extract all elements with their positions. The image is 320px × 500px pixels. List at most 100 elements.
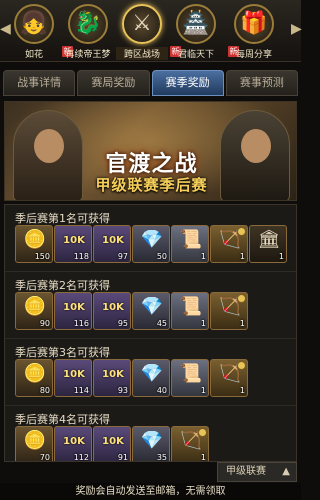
- reward-quantity: 1: [200, 453, 206, 462]
- reward-heading: 季后赛第2名可获得: [15, 279, 110, 292]
- reward-section: 季后赛第2名可获得 🪙 90 10K 116 10K 95 💎 45 📜 1 🏹 1: [5, 272, 296, 339]
- reward-item-troops[interactable]: 🏹 1: [210, 292, 248, 330]
- event-3[interactable]: 🏯 新君临天下: [170, 0, 222, 62]
- coin-icon: [198, 428, 207, 437]
- banner-subtitle: 甲级联赛季后赛: [95, 176, 208, 194]
- chest-icon: 💎: [140, 296, 164, 317]
- scroll-icon: 📜: [179, 296, 203, 317]
- event-label: 再续帝王梦: [65, 50, 111, 60]
- reward-quantity: 114: [73, 386, 89, 395]
- reward-heading: 季后赛第3名可获得: [15, 346, 110, 359]
- reward-section: 季后赛第1名可获得 🪙 150 10K 118 10K 97 💎 50 📜 1 🏹 1 🏛 1: [5, 205, 296, 272]
- reward-item-banner-i[interactable]: 🏛 1: [249, 225, 287, 263]
- reward-item-gold[interactable]: 🪙 90: [15, 292, 53, 330]
- chevron-up-icon: ▲: [282, 466, 290, 477]
- reward-item-chest[interactable]: 💎 35: [132, 426, 170, 462]
- reward-quantity: 118: [73, 252, 89, 261]
- reward-list[interactable]: 季后赛第1名可获得 🪙 150 10K 118 10K 97 💎 50 📜 1 🏹 1 🏛 1 季后赛第2名可…: [4, 204, 297, 462]
- reward-item-token[interactable]: 10K 97: [93, 225, 131, 263]
- event-icon: 🐉: [74, 11, 102, 36]
- reward-item-gold[interactable]: 🪙 80: [15, 359, 53, 397]
- event-1[interactable]: 🐉 新再续帝王梦: [62, 0, 114, 62]
- event-label: 每周分享: [235, 50, 272, 60]
- reward-quantity: 1: [278, 252, 284, 261]
- coin-icon: [237, 227, 246, 236]
- reward-item-troops[interactable]: 🏹 1: [210, 225, 248, 263]
- reward-item-gold[interactable]: 🪙 70: [15, 426, 53, 462]
- event-icon: 🏯: [182, 11, 210, 36]
- reward-item-chest[interactable]: 💎 50: [132, 225, 170, 263]
- reward-item-token[interactable]: 10K 93: [93, 359, 131, 397]
- event-label: 君临天下: [177, 50, 214, 60]
- token-label: 10K: [63, 302, 85, 313]
- reward-item-token[interactable]: 10K 91: [93, 426, 131, 462]
- event-4[interactable]: 🎁 新每周分享: [228, 0, 280, 62]
- reward-quantity: 150: [34, 252, 50, 261]
- reward-item-token[interactable]: 10K 116: [54, 292, 92, 330]
- token-label: 10K: [102, 369, 124, 380]
- reward-quantity: 91: [117, 453, 128, 462]
- league-selector-label: 甲级联赛: [226, 466, 266, 477]
- reward-item-token[interactable]: 10K 118: [54, 225, 92, 263]
- reward-item-scroll[interactable]: 📜 1: [171, 225, 209, 263]
- scroll-right-icon[interactable]: ▶: [291, 20, 302, 38]
- tab-2[interactable]: 赛季奖励: [151, 70, 224, 96]
- reward-quantity: 1: [239, 386, 245, 395]
- reward-item-chest[interactable]: 💎 45: [132, 292, 170, 330]
- scroll-icon: 📜: [179, 229, 203, 250]
- tab-bar: 战事详情 赛局奖励 赛季奖励 赛事预测: [2, 70, 299, 98]
- reward-quantity: 90: [39, 319, 50, 328]
- gold-icon: 🪙: [23, 229, 47, 250]
- reward-heading: 季后赛第4名可获得: [15, 413, 110, 426]
- reward-quantity: 1: [239, 319, 245, 328]
- coin-icon: [237, 361, 246, 370]
- token-label: 10K: [63, 235, 85, 246]
- reward-item-token[interactable]: 10K 114: [54, 359, 92, 397]
- gold-icon: 🪙: [23, 363, 47, 384]
- banner-i-icon: 🏛: [257, 229, 281, 250]
- reward-quantity: 40: [156, 386, 167, 395]
- reward-quantity: 45: [156, 319, 167, 328]
- footer-notice: 奖励会自动发送至邮箱，无需领取: [0, 483, 301, 500]
- reward-heading: 季后赛第1名可获得: [15, 212, 110, 225]
- reward-item-chest[interactable]: 💎 40: [132, 359, 170, 397]
- reward-quantity: 1: [200, 386, 206, 395]
- reward-item-troops[interactable]: 🏹 1: [210, 359, 248, 397]
- gold-icon: 🪙: [23, 430, 47, 451]
- reward-item-token[interactable]: 10K 95: [93, 292, 131, 330]
- reward-quantity: 80: [39, 386, 50, 395]
- reward-item-gold[interactable]: 🪙 150: [15, 225, 53, 263]
- reward-quantity: 97: [117, 252, 128, 261]
- gold-icon: 🪙: [23, 296, 47, 317]
- event-banner: 官渡之战 甲级联赛季后赛: [4, 101, 297, 201]
- chest-icon: 💎: [140, 430, 164, 451]
- chest-icon: 💎: [140, 363, 164, 384]
- event-0[interactable]: 👧 如花: [8, 0, 60, 62]
- reward-quantity: 1: [239, 252, 245, 261]
- event-icon: 🎁: [240, 11, 268, 36]
- token-label: 10K: [63, 436, 85, 447]
- event-2[interactable]: ⚔ 跨区战场: [116, 0, 168, 62]
- coin-icon: [237, 294, 246, 303]
- reward-item-troops[interactable]: 🏹 1: [171, 426, 209, 462]
- reward-quantity: 93: [117, 386, 128, 395]
- scroll-icon: 📜: [179, 363, 203, 384]
- token-label: 10K: [102, 235, 124, 246]
- tab-0[interactable]: 战事详情: [3, 70, 76, 96]
- reward-item-scroll[interactable]: 📜 1: [171, 292, 209, 330]
- event-label: 跨区战场: [116, 47, 168, 60]
- reward-section: 季后赛第4名可获得 🪙 70 10K 112 10K 91 💎 35 🏹 1: [5, 406, 296, 462]
- event-label: 如花: [24, 50, 43, 60]
- token-label: 10K: [102, 302, 124, 313]
- token-label: 10K: [63, 369, 85, 380]
- reward-item-token[interactable]: 10K 112: [54, 426, 92, 462]
- reward-quantity: 112: [73, 453, 89, 462]
- reward-quantity: 116: [73, 319, 89, 328]
- tab-1[interactable]: 赛局奖励: [77, 70, 150, 96]
- league-selector[interactable]: 甲级联赛 ▲: [217, 462, 297, 482]
- reward-quantity: 70: [39, 453, 50, 462]
- tab-3[interactable]: 赛事预测: [225, 70, 298, 96]
- reward-item-scroll[interactable]: 📜 1: [171, 359, 209, 397]
- reward-quantity: 35: [156, 453, 167, 462]
- reward-quantity: 1: [200, 252, 206, 261]
